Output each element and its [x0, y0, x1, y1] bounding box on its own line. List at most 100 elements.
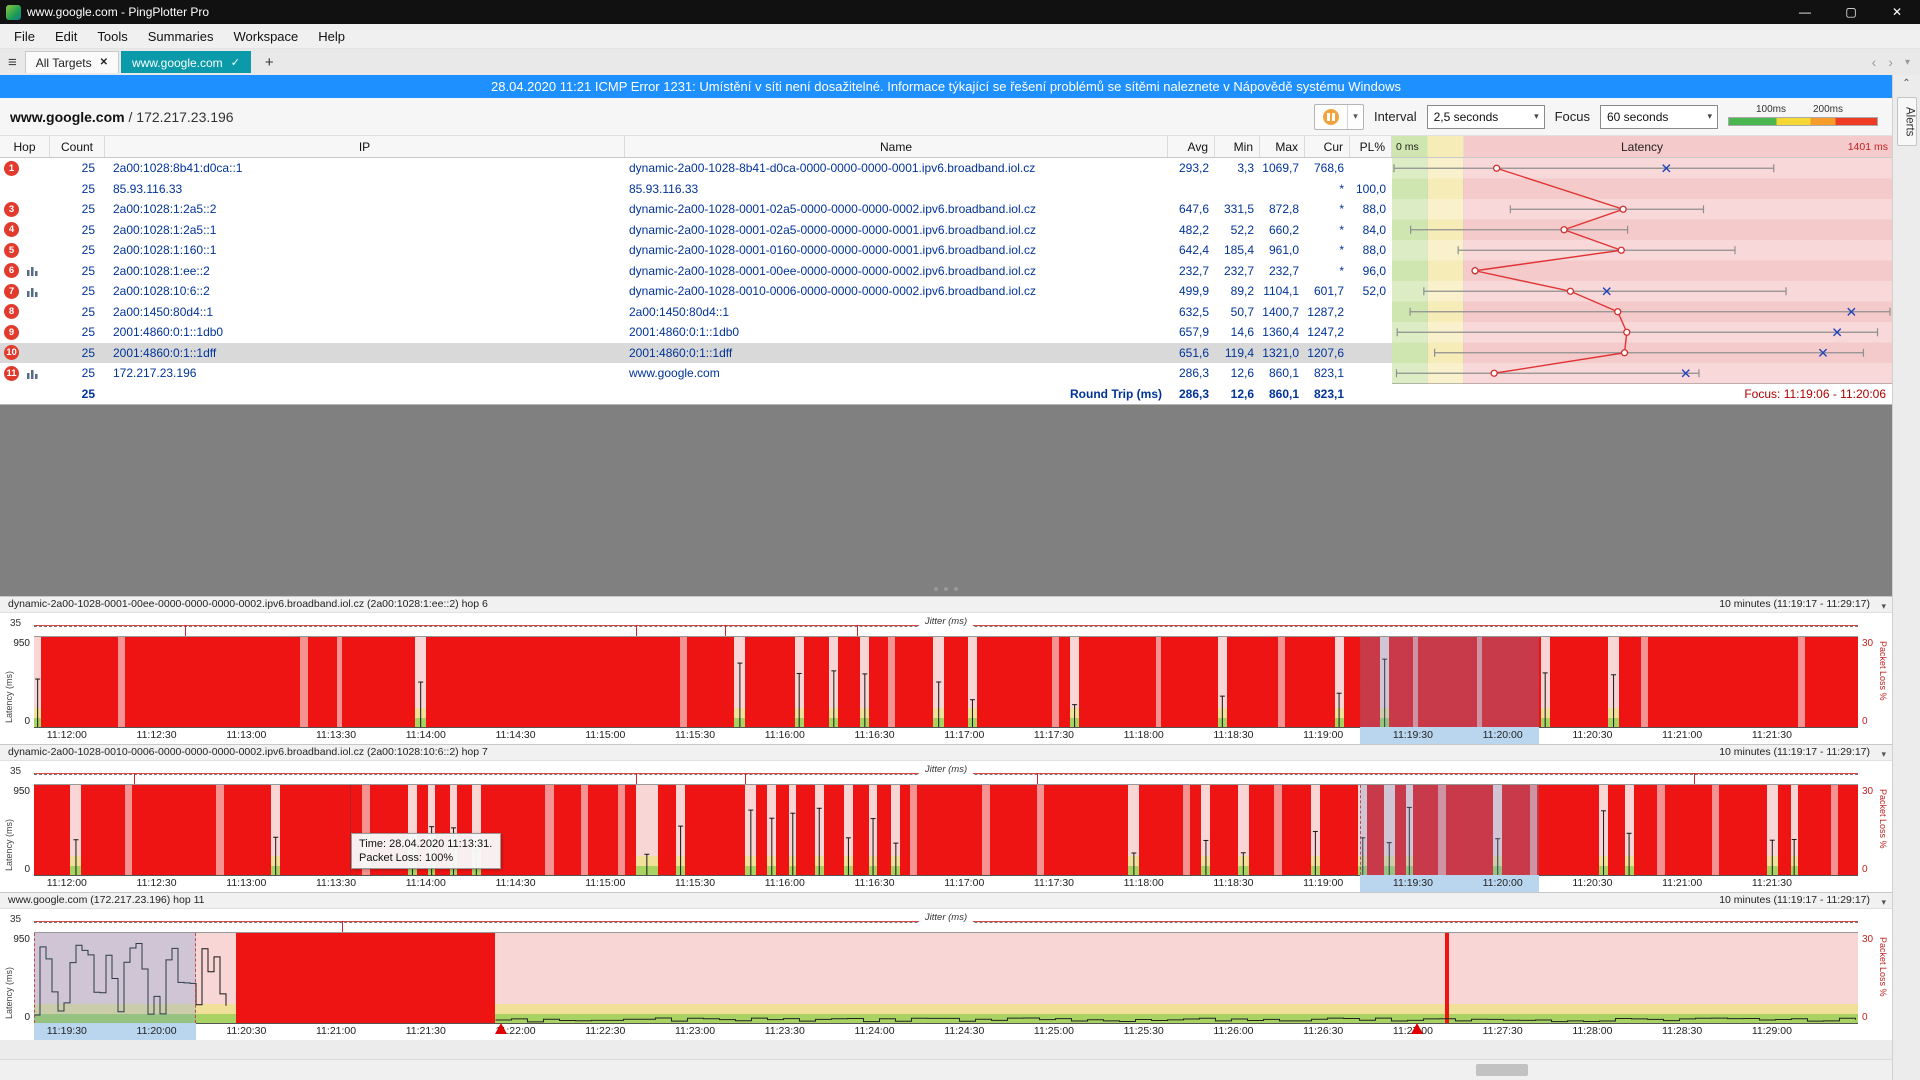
- scrollbar-thumb[interactable]: [1476, 1064, 1528, 1076]
- tab-active-target[interactable]: www.google.com ✓: [121, 51, 251, 73]
- table-row[interactable]: 1252a00:1028:8b41:d0ca::1dynamic-2a00-10…: [0, 158, 1392, 179]
- table-row[interactable]: 7252a00:1028:10:6::2dynamic-2a00-1028-00…: [0, 281, 1392, 302]
- time-tick: 11:18:00: [1124, 877, 1164, 889]
- timeline-graph-2: dynamic-2a00-1028-0010-0006-0000-0000-00…: [0, 744, 1892, 892]
- cell-count: 25: [50, 322, 105, 343]
- time-tick: 11:20:30: [226, 1025, 266, 1037]
- jitter-strip: Jitter (ms): [34, 613, 1858, 636]
- tab-all-targets-label: All Targets: [36, 56, 92, 70]
- menu-item-edit[interactable]: Edit: [45, 24, 87, 48]
- time-tick: 11:23:30: [765, 1025, 805, 1037]
- time-tick: 11:15:30: [675, 729, 715, 741]
- cell-avg: 647,6: [1168, 199, 1215, 220]
- time-tick: 11:14:00: [406, 729, 446, 741]
- tab-close-icon[interactable]: ✕: [100, 57, 108, 68]
- plot-area[interactable]: [34, 932, 1858, 1024]
- hop-badge: 9: [4, 325, 19, 340]
- alert-banner[interactable]: 28.04.2020 11:21 ICMP Error 1231: Umístě…: [0, 75, 1892, 98]
- collapse-icon[interactable]: ⌃: [1893, 75, 1920, 89]
- focus-select[interactable]: 60 seconds ▾: [1600, 105, 1718, 129]
- cell-cur: 1207,6: [1305, 343, 1350, 364]
- round-trip-label: Round Trip (ms): [625, 384, 1168, 405]
- jitter-label: Jitter (ms): [919, 764, 973, 775]
- hamburger-icon[interactable]: ≡: [0, 54, 25, 71]
- cell-pl: 84,0: [1350, 220, 1392, 241]
- time-tick: 11:17:30: [1034, 877, 1074, 889]
- pause-icon: [1323, 109, 1339, 125]
- cell-cur: *: [1305, 199, 1350, 220]
- interval-select[interactable]: 2,5 seconds ▾: [1427, 105, 1545, 129]
- graph-range-select[interactable]: 10 minutes (11:19:17 - 11:29:17): [1719, 745, 1870, 760]
- cell-ip: 2a00:1028:1:ee::2: [105, 261, 625, 282]
- table-row[interactable]: 2585.93.116.3385.93.116.33*100,0: [0, 179, 1392, 200]
- hop-badge: 1: [4, 161, 19, 176]
- minimize-button[interactable]: —: [1782, 0, 1828, 24]
- hop-badge: 8: [4, 304, 19, 319]
- hop-badge: 5: [4, 243, 19, 258]
- cell-max: 1069,7: [1260, 158, 1305, 179]
- tab-all-targets[interactable]: All Targets ✕: [25, 51, 119, 73]
- table-row[interactable]: 3252a00:1028:1:2a5::2dynamic-2a00-1028-0…: [0, 199, 1392, 220]
- table-row[interactable]: 4252a00:1028:1:2a5::1dynamic-2a00-1028-0…: [0, 220, 1392, 241]
- table-row[interactable]: 5252a00:1028:1:160::1dynamic-2a00-1028-0…: [0, 240, 1392, 261]
- time-tick: 11:19:30: [47, 1025, 87, 1037]
- time-tick: 11:20:00: [1483, 877, 1523, 889]
- time-tick: 11:12:30: [137, 729, 177, 741]
- table-row[interactable]: 9252001:4860:0:1::1db02001:4860:0:1::1db…: [0, 322, 1392, 343]
- focus-highlight: [1360, 637, 1539, 727]
- timeline-graphs: dynamic-2a00-1028-0001-00ee-0000-0000-00…: [0, 596, 1892, 1040]
- new-tab-button[interactable]: +: [259, 54, 280, 71]
- close-button[interactable]: ✕: [1874, 0, 1920, 24]
- time-tick: 11:21:30: [1752, 729, 1792, 741]
- cell-avg: 499,9: [1168, 281, 1215, 302]
- latency-legend: 100ms 200ms: [1728, 104, 1878, 130]
- menu-item-file[interactable]: File: [4, 24, 45, 48]
- chevron-down-icon[interactable]: ▾: [1905, 57, 1910, 68]
- round-trip-min: 12,6: [1215, 384, 1260, 405]
- plot-area[interactable]: [34, 784, 1858, 876]
- cell-max: 1360,4: [1260, 322, 1305, 343]
- target-separator: /: [125, 109, 137, 125]
- graph-range-select[interactable]: 10 minutes (11:19:17 - 11:29:17): [1719, 893, 1870, 908]
- timeline-graph-3: www.google.com (172.217.23.196) hop 1110…: [0, 892, 1892, 1040]
- chevron-down-icon[interactable]: ▾: [1881, 895, 1886, 910]
- tooltip-time: Time: 28.04.2020 11:13:31.: [359, 837, 493, 851]
- maximize-button[interactable]: ▢: [1828, 0, 1874, 24]
- alerts-tab[interactable]: Alerts: [1897, 97, 1917, 146]
- header-cell-avg: Avg: [1168, 136, 1215, 157]
- jitter-spike: [636, 773, 637, 784]
- cell-name: 2001:4860:0:1::1dff: [625, 343, 1168, 364]
- cell-cur: 823,1: [1305, 363, 1350, 384]
- menu-item-workspace[interactable]: Workspace: [223, 24, 308, 48]
- graph-range-select[interactable]: 10 minutes (11:19:17 - 11:29:17): [1719, 597, 1870, 612]
- menu-item-help[interactable]: Help: [308, 24, 355, 48]
- table-row[interactable]: 10252001:4860:0:1::1dff2001:4860:0:1::1d…: [0, 343, 1392, 364]
- loss-axis-min: 0: [1862, 864, 1868, 875]
- loss-axis-title: Packet Loss %: [1878, 937, 1888, 997]
- menu-item-tools[interactable]: Tools: [87, 24, 137, 48]
- round-trip-avg: 286,3: [1168, 384, 1215, 405]
- table-row[interactable]: 1125172.217.23.196www.google.com286,312,…: [0, 363, 1392, 384]
- cell-max: [1260, 179, 1305, 200]
- time-tick: 11:16:00: [765, 877, 805, 889]
- cell-name: dynamic-2a00-1028-0010-0006-0000-0000-00…: [625, 281, 1168, 302]
- nav-left-icon[interactable]: ‹: [1872, 54, 1877, 70]
- chevron-down-icon[interactable]: ▾: [1881, 599, 1886, 614]
- alert-banner-text: 28.04.2020 11:21 ICMP Error 1231: Umístě…: [491, 79, 1401, 94]
- pause-dropdown[interactable]: ▾: [1347, 105, 1363, 129]
- right-rail: ⌃ Alerts: [1892, 75, 1920, 1080]
- menu-item-summaries[interactable]: Summaries: [138, 24, 224, 48]
- plot-area[interactable]: [34, 636, 1858, 728]
- cell-cur: *: [1305, 240, 1350, 261]
- table-row[interactable]: 6252a00:1028:1:ee::2dynamic-2a00-1028-00…: [0, 261, 1392, 282]
- hop-badge: 11: [4, 366, 19, 381]
- jitter-label: Jitter (ms): [919, 912, 973, 923]
- nav-right-icon[interactable]: ›: [1888, 54, 1893, 70]
- jitter-axis-label: 35: [10, 618, 21, 629]
- menu-bar: FileEditToolsSummariesWorkspaceHelp: [0, 24, 1920, 49]
- table-row[interactable]: 8252a00:1450:80d4::12a00:1450:80d4::1632…: [0, 302, 1392, 323]
- horizontal-scrollbar[interactable]: [0, 1059, 1892, 1080]
- pause-button[interactable]: ▾: [1314, 104, 1364, 130]
- chevron-down-icon[interactable]: ▾: [1881, 747, 1886, 762]
- splitter-handle[interactable]: [0, 583, 1892, 595]
